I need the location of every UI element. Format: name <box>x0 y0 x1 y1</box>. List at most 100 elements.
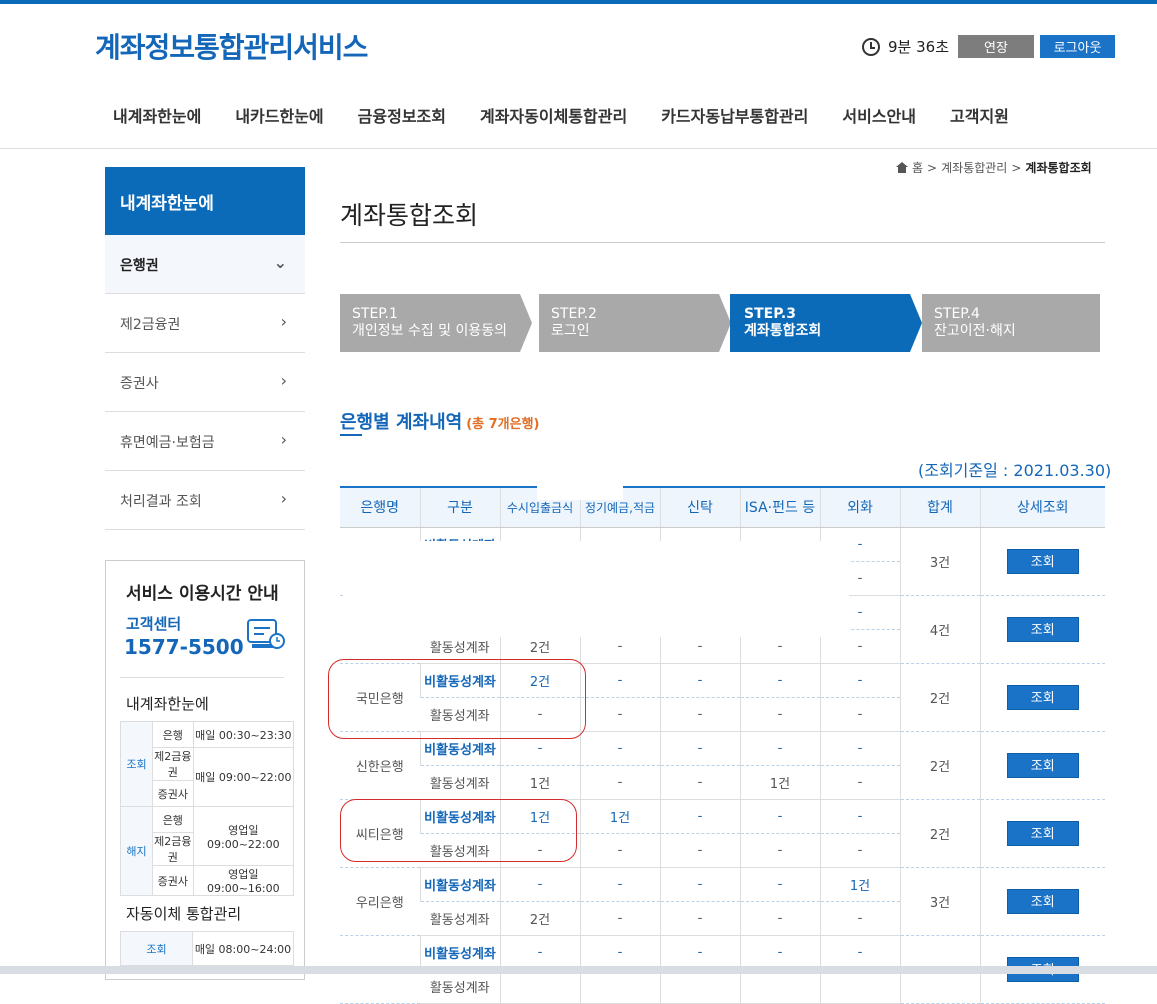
service-sub-title-2: 자동이체 통합관리 <box>126 905 242 923</box>
gnb-item[interactable]: 서비스안내 <box>842 103 916 127</box>
service-sub-title: 내계좌한눈에 <box>126 695 209 713</box>
as-of-date: (조회기준일 : 2021.03.30) <box>918 461 1112 480</box>
site-logo[interactable]: 계좌정보통합관리서비스 <box>95 26 368 66</box>
logout-button[interactable]: 로그아웃 <box>1040 35 1115 58</box>
value-cell: - <box>739 833 820 868</box>
active-type-cell: 활동성계좌 <box>420 901 500 936</box>
total-cell: 2건 <box>899 731 980 800</box>
value-cell: - <box>819 697 900 732</box>
total-cell: 2건 <box>899 799 980 868</box>
value-cell: - <box>579 901 660 936</box>
gnb-item[interactable]: 금융정보조회 <box>358 103 446 127</box>
org-cell: 제2금융권 <box>152 832 194 866</box>
sidebar-item-results[interactable]: 처리결과 조회 › <box>105 471 305 530</box>
column-header: 은행명 <box>340 486 420 528</box>
value-cell: - <box>659 799 740 834</box>
detail-cell: 조회 <box>979 731 1105 800</box>
category-cell: 해지 <box>120 806 153 896</box>
value-cell: - <box>739 935 820 970</box>
value-cell: - <box>499 867 580 902</box>
view-detail-button[interactable]: 조회 <box>1006 888 1079 914</box>
home-icon[interactable] <box>896 162 908 173</box>
value-cell <box>579 969 660 1004</box>
value-cell: - <box>739 697 820 732</box>
value-cell: - <box>739 867 820 902</box>
value-cell: - <box>739 799 820 834</box>
step-number: STEP.1 <box>352 306 398 322</box>
step-arrow <box>520 294 532 352</box>
breadcrumb-home[interactable]: 홈 <box>912 159 923 176</box>
view-detail-button[interactable]: 조회 <box>1006 752 1079 778</box>
view-detail-button[interactable]: 조회 <box>1006 616 1079 642</box>
breadcrumb: 홈 > 계좌통합관리 > 계좌통합조회 <box>896 159 1092 176</box>
category-cell: 조회 <box>120 721 153 807</box>
step-4: STEP.4 잔고이전·해지 <box>922 294 1100 352</box>
nav-divider <box>0 148 1157 149</box>
total-cell: 3건 <box>899 867 980 936</box>
gnb-item[interactable]: 고객지원 <box>950 103 1009 127</box>
chevron-right-icon: › <box>280 489 287 508</box>
active-type-cell: 활동성계좌 <box>420 969 500 1004</box>
sidebar-item-bank[interactable]: 은행권 ⌄ <box>105 235 305 294</box>
top-accent-bar <box>0 0 1157 4</box>
value-cell: - <box>819 833 900 868</box>
calculator-clock-icon <box>247 619 285 649</box>
value-cell: - <box>739 663 820 698</box>
org-cell: 은행 <box>152 721 194 748</box>
value-cell: - <box>819 799 900 834</box>
sidebar-item-label: 은행권 <box>120 258 159 274</box>
table-row: 우리은행 비활동성계좌 - - - -1건 3건 조회 <box>340 867 1105 936</box>
step-number: STEP.2 <box>551 306 597 322</box>
section-title: 은행별 계좌내역 (총 7개은행) <box>340 408 539 434</box>
total-cell: 2건 <box>899 663 980 732</box>
value-cell: 2건 <box>499 901 580 936</box>
taskbar <box>0 966 1157 974</box>
inactive-type-cell: 비활동성계좌 <box>419 867 500 902</box>
sidebar-item-secondary-finance[interactable]: 제2금융권 › <box>105 294 305 353</box>
inactive-type-cell: 비활동성계좌 <box>419 935 500 970</box>
chevron-right-icon: › <box>280 312 287 331</box>
gnb-item[interactable]: 내카드한눈에 <box>235 103 323 127</box>
view-detail-button[interactable]: 조회 <box>1006 548 1079 574</box>
view-detail-button[interactable]: 조회 <box>1006 684 1079 710</box>
breadcrumb-mid[interactable]: 계좌통합관리 <box>941 159 1007 176</box>
detail-cell: 조회 <box>979 799 1105 868</box>
auto-transfer-hours-table: 조회 매일 08:00~24:00 <box>120 931 294 966</box>
value-cell <box>819 969 900 1004</box>
sidebar-item-dormant[interactable]: 휴면예금·보험금 › <box>105 412 305 471</box>
value-cell: - <box>819 765 900 800</box>
breadcrumb-separator: > <box>927 160 938 175</box>
step-1: STEP.1 개인정보 수집 및 이용동의 <box>340 294 520 352</box>
total-cell: 4건 <box>899 595 980 664</box>
extend-session-button[interactable]: 연장 <box>958 35 1034 58</box>
column-header: ISA·펀드 등 <box>739 486 820 528</box>
customer-center-phone: 1577-5500 <box>124 635 244 659</box>
value-cell: 1건 <box>579 799 660 834</box>
time-cell: 매일 00:30~23:30 <box>192 721 295 748</box>
chevron-right-icon: › <box>280 371 287 390</box>
highlight-circle <box>328 659 586 739</box>
table-row: 비활동성계좌-----조회 <box>340 935 1105 1004</box>
clock-icon <box>862 37 880 56</box>
column-header: 합계 <box>899 486 980 528</box>
sidebar-item-securities[interactable]: 증권사 › <box>105 353 305 412</box>
section-title-text: 은행별 계좌내역 <box>340 412 463 433</box>
sidebar-item-label: 휴면예금·보험금 <box>120 435 215 451</box>
bank-name-cell: 신한은행 <box>340 731 420 800</box>
lnb-title: 내계좌한눈에 <box>105 167 305 235</box>
category-cell: 조회 <box>120 931 193 966</box>
gnb-item[interactable]: 카드자동납부통합관리 <box>661 103 808 127</box>
value-cell: - <box>819 731 900 766</box>
gnb-item[interactable]: 내계좌한눈에 <box>113 103 201 127</box>
column-header: 신탁 <box>659 486 740 528</box>
section-underline <box>340 434 362 436</box>
value-cell: - <box>579 663 660 698</box>
view-detail-button[interactable]: 조회 <box>1006 820 1079 846</box>
org-cell: 은행 <box>152 806 194 833</box>
active-type-cell: 활동성계좌 <box>420 765 500 800</box>
customer-center-label: 고객센터 <box>126 615 182 633</box>
detail-cell: 조회 <box>979 663 1105 732</box>
value-cell: - <box>579 765 660 800</box>
timer-text: 9분 36초 <box>888 38 949 56</box>
gnb-item[interactable]: 계좌자동이체통합관리 <box>480 103 627 127</box>
